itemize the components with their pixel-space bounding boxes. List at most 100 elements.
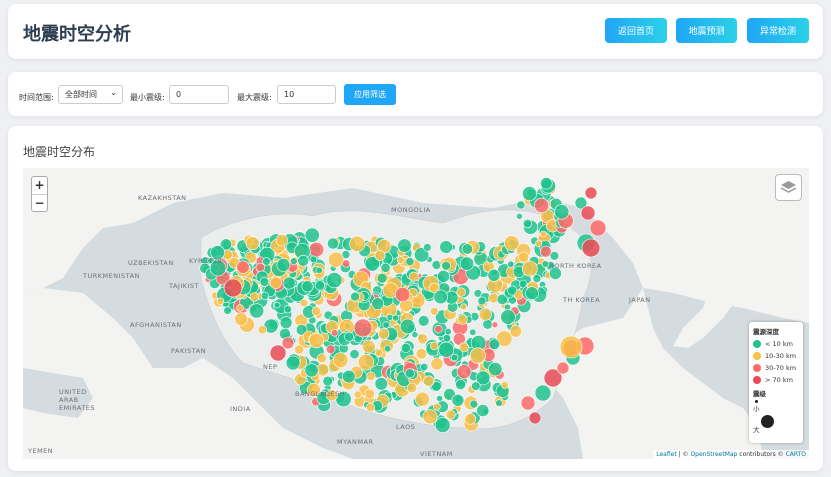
earthquake-marker[interactable] — [322, 375, 333, 387]
earthquake-marker[interactable] — [532, 274, 542, 283]
earthquake-marker[interactable] — [374, 377, 388, 391]
earthquake-marker[interactable] — [441, 261, 451, 271]
earthquake-marker[interactable] — [580, 205, 596, 221]
earthquake-marker[interactable] — [309, 255, 318, 264]
earthquake-marker[interactable] — [411, 331, 419, 339]
earthquake-marker[interactable] — [262, 257, 271, 266]
earthquake-marker[interactable] — [422, 409, 438, 425]
earthquake-marker[interactable] — [460, 303, 468, 311]
earthquake-marker[interactable] — [521, 260, 538, 277]
earthquake-marker[interactable] — [457, 314, 468, 325]
earthquake-marker[interactable] — [405, 257, 415, 267]
earthquake-marker[interactable] — [328, 251, 344, 268]
earthquake-marker[interactable] — [349, 349, 360, 360]
earthquake-map[interactable]: KAZAKHSTAN MONGOLIA UZBEKISTAN KYRGYZS T… — [23, 168, 809, 459]
earthquake-marker[interactable] — [464, 413, 477, 425]
max-magnitude-input[interactable]: 10 — [277, 85, 336, 104]
earthquake-marker[interactable] — [269, 344, 287, 362]
earthquake-marker[interactable] — [554, 204, 570, 220]
earthquake-marker[interactable] — [350, 291, 360, 302]
earthquake-marker[interactable] — [507, 285, 518, 296]
carto-link[interactable]: CARTO — [786, 451, 806, 458]
earthquake-marker[interactable] — [500, 380, 509, 389]
earthquake-marker[interactable] — [364, 388, 375, 399]
earthquake-marker[interactable] — [285, 355, 301, 371]
earthquake-marker[interactable] — [589, 219, 607, 237]
earthquake-marker[interactable] — [459, 256, 475, 271]
earthquake-marker[interactable] — [584, 186, 598, 200]
earthquake-marker[interactable] — [540, 177, 553, 190]
earthquake-marker[interactable] — [500, 309, 516, 325]
earthquake-marker[interactable] — [301, 280, 314, 293]
earthquake-marker[interactable] — [451, 393, 465, 407]
earthquake-marker[interactable] — [406, 382, 418, 394]
zoom-in-button[interactable]: + — [32, 177, 47, 194]
earthquake-marker[interactable] — [522, 186, 537, 201]
earthquake-marker[interactable] — [249, 303, 265, 319]
earthquake-marker[interactable] — [525, 286, 539, 300]
earthquake-marker[interactable] — [316, 353, 327, 364]
earthquake-marker[interactable] — [488, 362, 503, 377]
earthquake-marker[interactable] — [581, 238, 601, 258]
earthquake-marker[interactable] — [383, 345, 392, 353]
earthquake-marker[interactable] — [353, 390, 362, 399]
earthquake-marker[interactable] — [423, 243, 432, 252]
earthquake-marker[interactable] — [283, 305, 292, 314]
earthquake-marker[interactable] — [534, 384, 552, 402]
earthquake-marker[interactable] — [361, 339, 376, 354]
earthquake-marker[interactable] — [382, 321, 390, 329]
earthquake-marker[interactable] — [342, 369, 356, 384]
earthquake-marker[interactable] — [415, 348, 428, 360]
earthquake-marker[interactable] — [349, 235, 366, 252]
earthquake-marker[interactable] — [477, 296, 487, 306]
apply-filter-button[interactable]: 应用筛选 — [344, 84, 396, 105]
earthquake-marker[interactable] — [326, 344, 336, 355]
earthquake-marker[interactable] — [223, 306, 232, 315]
earthquake-marker[interactable] — [308, 333, 325, 349]
earthquake-marker[interactable] — [259, 277, 270, 287]
earthquake-marker[interactable] — [304, 363, 319, 378]
earthquake-marker[interactable] — [434, 325, 443, 334]
earthquake-marker[interactable] — [342, 259, 351, 268]
earthquake-marker[interactable] — [520, 395, 536, 411]
earthquake-marker[interactable] — [456, 287, 466, 297]
earthquake-marker[interactable] — [495, 399, 503, 407]
earthquake-marker[interactable] — [408, 271, 419, 282]
earthquake-marker[interactable] — [404, 368, 415, 379]
earthquake-marker[interactable] — [353, 318, 373, 338]
earthquake-marker[interactable] — [433, 289, 448, 305]
earthquake-marker[interactable] — [257, 325, 267, 335]
earthquake-marker[interactable] — [394, 286, 411, 303]
earthquake-marker[interactable] — [507, 260, 515, 268]
earthquake-marker[interactable] — [549, 251, 560, 261]
earthquake-marker[interactable] — [236, 260, 250, 274]
earthquake-marker[interactable] — [357, 354, 375, 371]
earthquake-marker[interactable] — [297, 255, 310, 267]
layers-button[interactable] — [775, 174, 802, 201]
home-button[interactable]: 返回首页 — [605, 18, 667, 43]
earthquake-marker[interactable] — [392, 314, 400, 322]
earthquake-marker[interactable] — [314, 280, 326, 291]
earthquake-marker[interactable] — [461, 243, 474, 255]
earthquake-marker[interactable] — [236, 304, 244, 312]
earthquake-marker[interactable] — [289, 257, 298, 265]
earthquake-marker[interactable] — [377, 328, 390, 340]
earthquake-marker[interactable] — [276, 258, 291, 272]
earthquake-marker[interactable] — [223, 278, 243, 298]
earthquake-marker[interactable] — [430, 357, 444, 371]
earthquake-marker[interactable] — [386, 313, 394, 321]
time-range-select[interactable]: 全部时间 ⌄ — [58, 85, 123, 104]
earthquake-marker[interactable] — [397, 256, 405, 264]
earthquake-marker[interactable] — [269, 276, 282, 290]
earthquake-marker[interactable] — [397, 238, 412, 253]
earthquake-marker[interactable] — [509, 325, 522, 338]
earthquake-marker[interactable] — [327, 237, 339, 250]
earthquake-marker[interactable] — [275, 234, 288, 247]
earthquake-marker[interactable] — [273, 301, 281, 309]
earthquake-marker[interactable] — [399, 318, 416, 335]
zoom-out-button[interactable]: − — [32, 194, 47, 211]
leaflet-link[interactable]: Leaflet — [656, 451, 676, 458]
earthquake-marker[interactable] — [445, 409, 456, 420]
earthquake-marker[interactable] — [432, 402, 441, 411]
earthquake-marker[interactable] — [471, 381, 481, 391]
